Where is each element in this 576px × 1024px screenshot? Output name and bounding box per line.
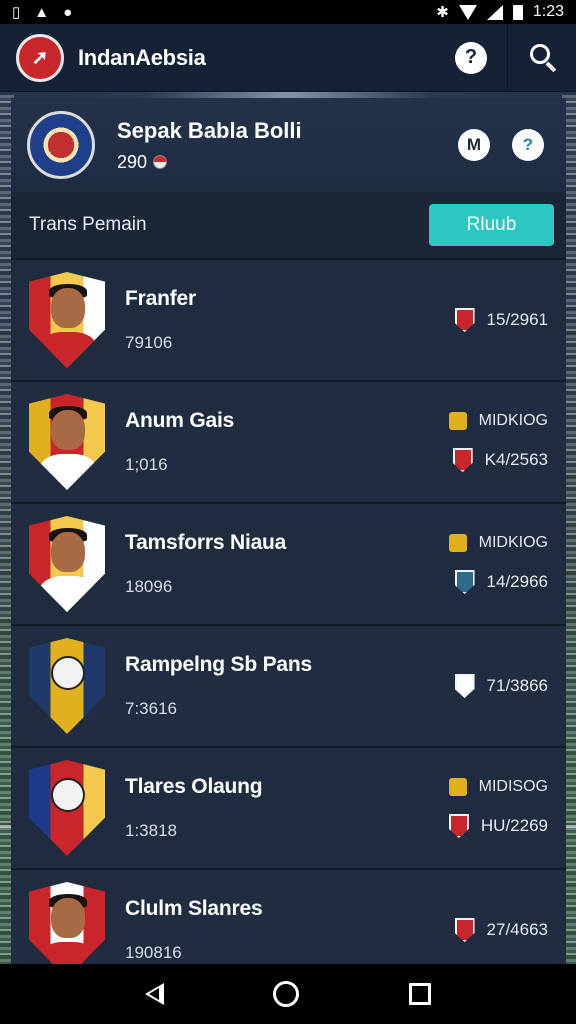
player-avatar bbox=[29, 638, 105, 734]
wifi-icon bbox=[458, 4, 477, 20]
player-code: 190816 bbox=[125, 943, 182, 962]
player-name: Rampelng Sb Pans bbox=[125, 653, 313, 676]
player-row[interactable]: Rampelng Sb Pans 7:3616 71/3866 bbox=[11, 626, 566, 748]
player-row[interactable]: Tamsforrs Niaua 18096 MIDKIOG 14/2966 bbox=[11, 504, 566, 626]
player-position: MIDISOG bbox=[478, 778, 548, 795]
player-avatar bbox=[29, 516, 105, 612]
notification-icon: ● bbox=[63, 3, 73, 21]
club-badge-icon bbox=[452, 448, 473, 472]
player-code: 18096 bbox=[125, 577, 173, 596]
back-icon[interactable] bbox=[144, 983, 164, 1005]
player-value: HU/2269 bbox=[480, 816, 548, 835]
player-shirt bbox=[39, 332, 97, 368]
player-code: 7:3616 bbox=[125, 699, 177, 718]
status-bar: ▯ ▲ ● ✱ 1:23 bbox=[0, 0, 576, 24]
club-badge-icon bbox=[454, 674, 475, 698]
team-crest-icon bbox=[27, 111, 95, 179]
player-value: 71/3866 bbox=[486, 676, 548, 695]
player-avatar bbox=[29, 882, 105, 968]
player-value: 14/2966 bbox=[486, 572, 548, 591]
help-icon[interactable]: ? bbox=[455, 41, 487, 74]
club-badge-icon bbox=[454, 570, 475, 594]
player-value: 15/2961 bbox=[486, 310, 548, 329]
club-badge-icon bbox=[448, 814, 469, 838]
player-face bbox=[51, 532, 85, 572]
phone-icon: ▯ bbox=[12, 3, 21, 21]
app-logo-icon[interactable]: ➚ bbox=[16, 33, 64, 82]
navigation-bar bbox=[0, 964, 576, 1024]
player-list: Franfer 79106 15/2961 Anum Gais 1;016 MI… bbox=[11, 260, 566, 968]
player-value: K4/2563 bbox=[484, 450, 548, 469]
player-name: Clulm Slanres bbox=[125, 897, 263, 920]
player-face bbox=[51, 898, 85, 938]
position-badge-icon bbox=[448, 412, 467, 430]
player-avatar bbox=[29, 272, 105, 368]
image-icon: ▲ bbox=[34, 3, 50, 21]
team-number: 290 bbox=[117, 151, 148, 172]
player-face bbox=[51, 288, 85, 328]
player-meta: MIDKIOG 14/2966 bbox=[428, 534, 548, 594]
position-badge-icon bbox=[448, 534, 467, 552]
player-name: Tlares Olaung bbox=[125, 775, 263, 798]
team-name: Sepak Babla Bolli bbox=[117, 117, 302, 143]
player-position: MIDKIOG bbox=[478, 534, 548, 551]
transfer-bar: Trans Pemain Rluub bbox=[11, 192, 566, 260]
player-row[interactable]: Anum Gais 1;016 MIDKIOG K4/2563 bbox=[11, 382, 566, 504]
flag-icon bbox=[153, 155, 168, 169]
player-row[interactable]: Franfer 79106 15/2961 bbox=[11, 260, 566, 382]
player-avatar bbox=[29, 394, 105, 490]
player-row[interactable]: Clulm Slanres 190816 27/4663 bbox=[11, 870, 566, 968]
transfer-label: Trans Pemain bbox=[29, 214, 147, 235]
app-header: ➚ IndanAebsia ? bbox=[0, 23, 576, 92]
bluetooth-icon: ✱ bbox=[436, 3, 449, 21]
team-sub: 290 bbox=[117, 152, 302, 173]
player-code: 1;016 bbox=[125, 455, 168, 474]
club-emblem-icon bbox=[51, 656, 85, 690]
player-shirt bbox=[39, 454, 97, 490]
signal-icon bbox=[486, 4, 503, 20]
player-meta: 15/2961 bbox=[428, 308, 548, 332]
status-time: 1:23 bbox=[532, 3, 564, 20]
player-meta: MIDKIOG K4/2563 bbox=[428, 412, 548, 472]
player-row[interactable]: Tlares Olaung 1:3818 MIDISOG HU/2269 bbox=[11, 748, 566, 870]
team-card[interactable]: Sepak Babla Bolli 290 M ? bbox=[11, 98, 566, 192]
position-badge-icon bbox=[448, 778, 467, 796]
player-code: 79106 bbox=[125, 333, 173, 352]
club-button[interactable]: Rluub bbox=[429, 204, 554, 246]
home-icon[interactable] bbox=[273, 981, 300, 1007]
battery-icon bbox=[512, 4, 523, 20]
club-emblem-icon bbox=[51, 778, 85, 812]
player-meta: 71/3866 bbox=[428, 674, 548, 698]
player-name: Tamsforrs Niaua bbox=[125, 531, 287, 554]
player-value: 27/4663 bbox=[486, 920, 548, 939]
player-shirt bbox=[39, 576, 97, 612]
main-panel: Sepak Babla Bolli 290 M ? Trans Pemain R… bbox=[11, 98, 566, 968]
player-meta: MIDISOG HU/2269 bbox=[428, 778, 548, 838]
player-name: Anum Gais bbox=[125, 409, 235, 432]
player-code: 1:3818 bbox=[125, 821, 177, 840]
app-title: IndanAebsia bbox=[78, 44, 206, 70]
header-divider bbox=[507, 23, 508, 92]
club-badge-icon bbox=[454, 308, 475, 332]
player-meta: 27/4663 bbox=[428, 918, 548, 942]
recent-apps-icon[interactable] bbox=[409, 983, 432, 1005]
search-icon[interactable] bbox=[528, 42, 560, 74]
player-face bbox=[51, 410, 85, 450]
player-avatar bbox=[29, 760, 105, 856]
club-badge-icon bbox=[454, 918, 475, 942]
team-action-m-button[interactable]: M bbox=[458, 129, 490, 161]
player-position: MIDKIOG bbox=[478, 412, 548, 429]
team-help-button[interactable]: ? bbox=[512, 129, 544, 161]
player-name: Franfer bbox=[125, 287, 196, 310]
